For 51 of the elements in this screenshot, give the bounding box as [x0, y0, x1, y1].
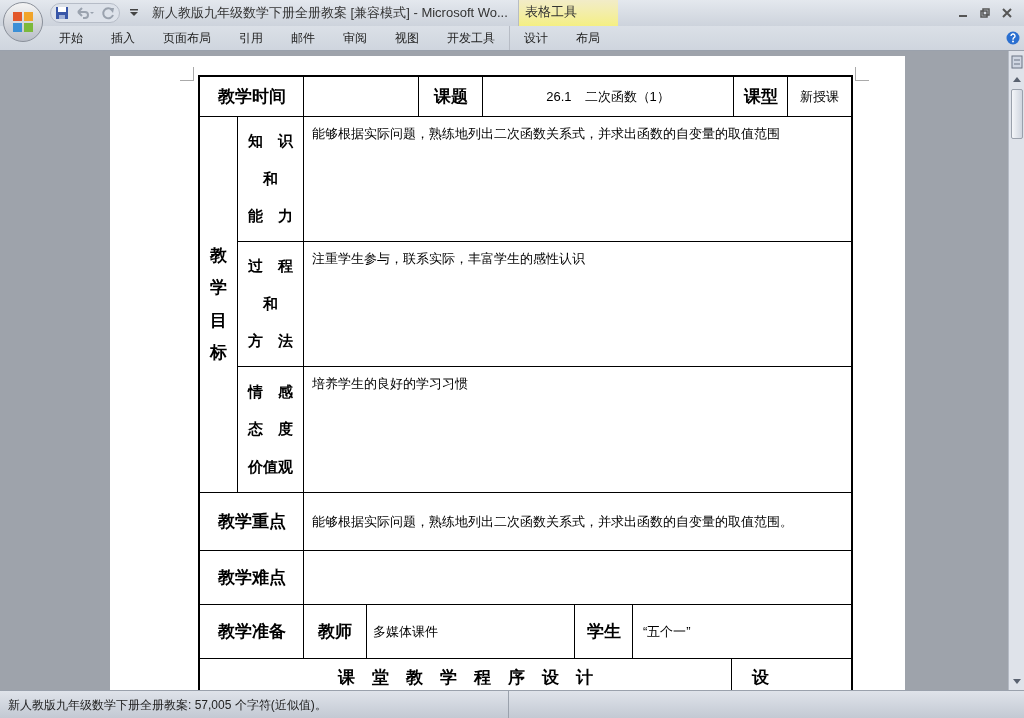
cell-label: 课题	[433, 85, 468, 108]
office-button[interactable]	[3, 2, 43, 42]
close-icon[interactable]	[1002, 8, 1012, 18]
scrollbar-thumb[interactable]	[1010, 89, 1023, 139]
cell-label: 教师	[318, 620, 352, 643]
section-title: 课 堂 教 学 程 序 设 计	[338, 667, 593, 689]
status-text: 新人教版九年级数学下册全册教案: 57,005 个字符(近似值)。	[8, 696, 328, 714]
cell-label: 价值观	[248, 456, 293, 477]
table-cell-text: 新授课	[800, 87, 839, 106]
table-cell-text: 能够根据实际问题，熟练地列出二次函数关系式，并求出函数的自变量的取值范围。	[312, 512, 793, 531]
ribbon-tab[interactable]: 插入	[97, 26, 149, 50]
ribbon-tab[interactable]: 开始	[45, 26, 97, 50]
window-title: 新人教版九年级数学下册全册教案 [兼容模式] - Microsoft Wo...	[152, 4, 508, 23]
table-cell: 注重学生参与，联系实际，丰富学生的感性认识	[312, 251, 585, 266]
cell-label: 学生	[586, 620, 621, 643]
cell-label: 教学时间	[217, 85, 286, 108]
table-cell: 培养学生的良好的学习习惯	[312, 376, 468, 391]
ribbon-tab[interactable]: 页面布局	[149, 26, 225, 50]
ribbon-tab[interactable]: 布局	[562, 26, 614, 50]
ribbon-tab[interactable]: 开发工具	[433, 26, 509, 50]
cell-label: 和	[263, 168, 278, 189]
restore-icon[interactable]	[980, 8, 990, 18]
dropdown-icon[interactable]	[130, 9, 138, 17]
cell-label: 教学重点	[217, 510, 286, 533]
contextual-tab-group: 表格工具	[517, 0, 618, 26]
cell-label: 情 感	[248, 381, 293, 402]
scroll-down-icon[interactable]	[1011, 678, 1022, 686]
ribbon-tab[interactable]: 引用	[225, 26, 277, 50]
help-icon[interactable]	[1006, 31, 1020, 45]
cell-label: 教学准备	[217, 620, 286, 643]
table-cell-text: 多媒体课件	[373, 622, 438, 641]
cell-label: 知 识	[248, 131, 293, 152]
office-logo-icon	[12, 11, 34, 33]
cell-label: 课型	[743, 85, 778, 108]
ribbon-tab[interactable]: 设计	[510, 26, 562, 50]
ribbon-tab[interactable]: 邮件	[277, 26, 329, 50]
save-icon[interactable]	[55, 6, 69, 20]
cell-label: 过 程	[248, 256, 293, 277]
scroll-up-icon[interactable]	[1011, 75, 1022, 83]
cell-label: 态 度	[248, 419, 293, 440]
table-cell-text: 26.1 二次函数（1）	[546, 87, 670, 106]
cell-label: 设	[752, 667, 769, 689]
cell-label: 方 法	[248, 331, 293, 352]
ribbon-tab[interactable]: 视图	[381, 26, 433, 50]
cell-label: 教学难点	[217, 566, 286, 589]
table-cell-text: “五个一”	[643, 622, 691, 641]
vertical-label: 教学目标	[210, 244, 227, 364]
table-cell: 能够根据实际问题，熟练地列出二次函数关系式，并求出函数的自变量的取值范围	[312, 126, 780, 141]
ribbon-tab[interactable]: 审阅	[329, 26, 381, 50]
cell-label: 能 力	[248, 206, 293, 227]
cell-label: 和	[263, 293, 278, 314]
